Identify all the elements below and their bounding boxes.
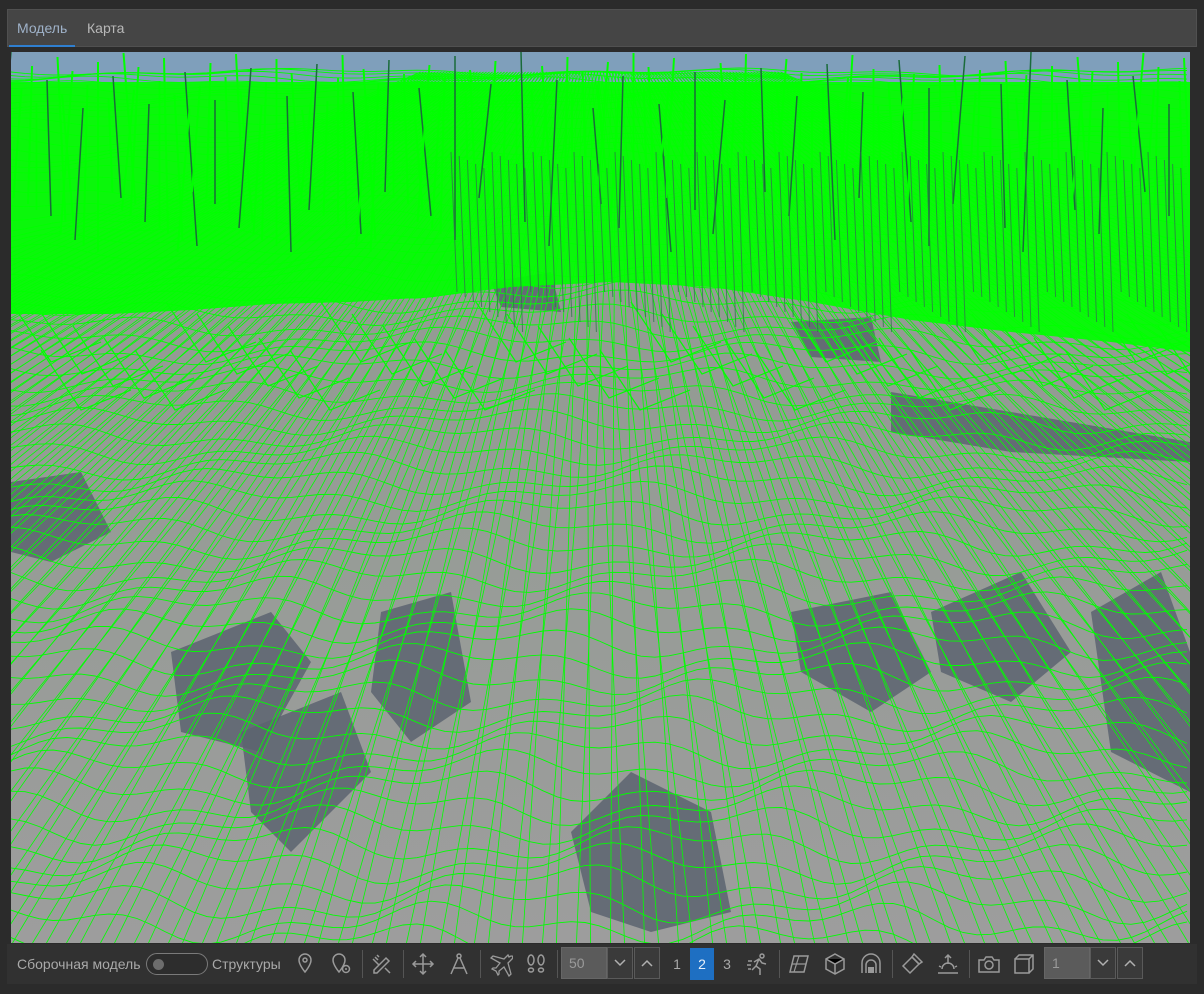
assembly-model-label: Сборочная модель bbox=[17, 956, 141, 972]
pin-settings-icon[interactable] bbox=[324, 947, 358, 981]
sun-horizon-icon[interactable] bbox=[931, 947, 965, 981]
chevron-up-icon bbox=[641, 959, 653, 967]
chevron-down-icon bbox=[1097, 959, 1109, 967]
toolbar-separator bbox=[480, 950, 481, 978]
tab-model[interactable]: Модель bbox=[9, 10, 76, 47]
tab-map-label: Карта bbox=[87, 20, 125, 36]
sky-backdrop bbox=[11, 52, 1190, 84]
assembly-model-toggle[interactable] bbox=[146, 953, 208, 975]
cube-view-icon[interactable] bbox=[818, 947, 852, 981]
pencil-ruler-icon[interactable] bbox=[365, 947, 399, 981]
toggle-knob bbox=[153, 959, 164, 970]
toolbar-separator bbox=[779, 950, 780, 978]
view-preset-2[interactable]: 2 bbox=[690, 948, 714, 980]
speed-increase-button[interactable] bbox=[634, 947, 660, 979]
view-preset-1[interactable]: 1 bbox=[665, 948, 689, 980]
compass-measure-icon[interactable] bbox=[442, 947, 476, 981]
app-window: Модель Карта Сборочная модель Структуры … bbox=[0, 0, 1204, 994]
move-arrows-icon[interactable] bbox=[406, 947, 440, 981]
wireframe-terrain-scene[interactable] bbox=[11, 52, 1190, 943]
3d-viewport[interactable] bbox=[11, 52, 1190, 943]
toolbar-separator bbox=[969, 950, 970, 978]
toolbar-separator bbox=[557, 950, 558, 978]
footprints-icon[interactable] bbox=[519, 947, 553, 981]
box-outline-icon[interactable] bbox=[1007, 947, 1041, 981]
layer-input[interactable]: 1 bbox=[1044, 947, 1090, 979]
map-pin-icon[interactable] bbox=[288, 947, 322, 981]
layer-decrease-button[interactable] bbox=[1090, 947, 1116, 979]
flashlight-icon[interactable] bbox=[895, 947, 929, 981]
run-icon[interactable] bbox=[741, 947, 775, 981]
airplane-icon[interactable] bbox=[483, 947, 517, 981]
active-tab-indicator bbox=[9, 45, 76, 47]
chevron-down-icon bbox=[614, 959, 626, 967]
view-preset-3[interactable]: 3 bbox=[715, 948, 739, 980]
layer-increase-button[interactable] bbox=[1117, 947, 1143, 979]
tab-bar: Модель Карта bbox=[7, 9, 1197, 47]
chevron-up-icon bbox=[1124, 959, 1136, 967]
toolbar-separator bbox=[403, 950, 404, 978]
camera-icon[interactable] bbox=[972, 947, 1006, 981]
plane-section-icon[interactable] bbox=[782, 947, 816, 981]
structures-label: Структуры bbox=[212, 956, 281, 972]
speed-input[interactable]: 50 bbox=[561, 947, 607, 979]
tab-model-label: Модель bbox=[17, 20, 68, 36]
toolbar-separator bbox=[892, 950, 893, 978]
arch-cut-icon[interactable] bbox=[854, 947, 888, 981]
speed-decrease-button[interactable] bbox=[607, 947, 633, 979]
tab-map[interactable]: Карта bbox=[87, 10, 124, 47]
toolbar-separator bbox=[362, 950, 363, 978]
bottom-toolbar: Сборочная модель Структуры 50 1 2 3 1 bbox=[7, 944, 1197, 984]
